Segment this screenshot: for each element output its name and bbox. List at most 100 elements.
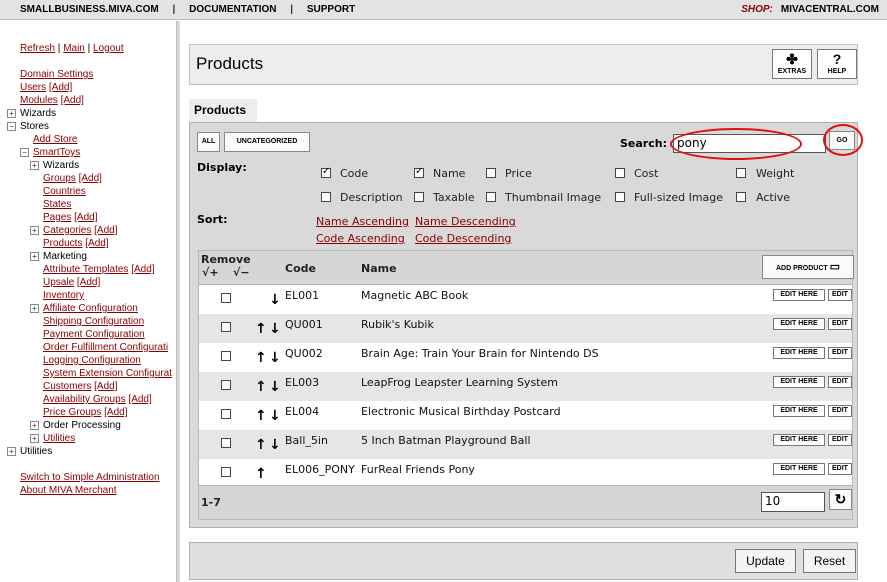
sort-name-descending-link[interactable]: Name Descending	[415, 215, 516, 228]
edit-here-button[interactable]: EDIT HERE	[773, 289, 825, 301]
add-link[interactable]: [Add]	[85, 238, 108, 249]
sidebar-item-states[interactable]: States	[43, 198, 71, 211]
collapse-icon[interactable]: −	[20, 147, 29, 157]
sidebar-item-wizards[interactable]: + Wizards	[7, 107, 56, 120]
edit-here-button[interactable]: EDIT HERE	[773, 463, 825, 475]
sidebar-item-label[interactable]: Upsale	[43, 277, 74, 288]
smallbusiness-link[interactable]: SMALLBUSINESS.MIVA.COM	[20, 4, 159, 15]
sidebar-item-domain-settings[interactable]: Domain Settings	[20, 68, 93, 81]
sidebar-item-label[interactable]: Logging Configuration	[43, 355, 141, 366]
sidebar-item-label[interactable]: Shipping Configuration	[43, 316, 144, 327]
remove-checkbox[interactable]	[221, 467, 231, 477]
sidebar-item-categories[interactable]: + Categories [Add]	[30, 224, 118, 237]
display-cost-checkbox[interactable]	[615, 168, 625, 178]
sidebar-item-label[interactable]: Groups	[43, 173, 76, 184]
sidebar-item-label[interactable]: Switch to Simple Administration	[20, 472, 160, 483]
sidebar-item-order-fulfillment-configuration[interactable]: Order Fulfillment Configurati	[43, 341, 168, 354]
add-link[interactable]: [Add]	[94, 225, 117, 236]
sidebar-item-label[interactable]: Pages	[43, 212, 71, 223]
logout-link[interactable]: Logout	[93, 43, 124, 54]
display-code-checkbox[interactable]	[321, 166, 331, 178]
sidebar-item-customers[interactable]: Customers [Add]	[43, 380, 118, 393]
edit-here-button[interactable]: EDIT HERE	[773, 347, 825, 359]
sidebar-item-add-store[interactable]: Add Store	[33, 133, 77, 146]
remove-checkbox[interactable]	[221, 293, 231, 303]
edit-button[interactable]: EDIT	[828, 376, 852, 388]
remove-checkbox[interactable]	[221, 438, 231, 448]
move-down-icon[interactable]: ↓	[269, 293, 281, 307]
move-up-icon[interactable]: ↑	[255, 467, 267, 481]
add-link[interactable]: [Add]	[61, 95, 84, 106]
documentation-link[interactable]: DOCUMENTATION	[189, 4, 276, 15]
edit-button[interactable]: EDIT	[828, 405, 852, 417]
remove-checkbox[interactable]	[221, 351, 231, 361]
sort-code-ascending-link[interactable]: Code Ascending	[316, 232, 405, 245]
sidebar-item-label[interactable]: Customers	[43, 381, 91, 392]
move-up-icon[interactable]: ↑	[255, 409, 267, 423]
move-down-icon[interactable]: ↓	[269, 380, 281, 394]
sidebar-item-label[interactable]: Modules	[20, 95, 58, 106]
display-thumbnail-checkbox[interactable]	[486, 192, 496, 202]
move-down-icon[interactable]: ↓	[269, 409, 281, 423]
sidebar-divider[interactable]	[176, 21, 180, 582]
sidebar-item-payment-configuration[interactable]: Payment Configuration	[43, 328, 145, 341]
move-down-icon[interactable]: ↓	[269, 438, 281, 452]
sidebar-item-label[interactable]: Domain Settings	[20, 69, 93, 80]
sidebar-item-users[interactable]: Users [Add]	[20, 81, 72, 94]
sidebar-item-inventory[interactable]: Inventory	[43, 289, 84, 302]
display-description-checkbox[interactable]	[321, 192, 331, 202]
display-taxable-checkbox[interactable]	[414, 192, 424, 202]
add-link[interactable]: [Add]	[104, 407, 127, 418]
tab-products[interactable]: Products	[189, 99, 257, 122]
sidebar-item-products[interactable]: Products [Add]	[43, 237, 109, 250]
sidebar-item-smarttoys[interactable]: − SmartToys	[20, 146, 80, 159]
expand-icon[interactable]: +	[7, 446, 16, 456]
sidebar-item-price-groups[interactable]: Price Groups [Add]	[43, 406, 128, 419]
sort-code-descending-link[interactable]: Code Descending	[415, 232, 511, 245]
edit-here-button[interactable]: EDIT HERE	[773, 405, 825, 417]
sidebar-item-label[interactable]: Payment Configuration	[43, 329, 145, 340]
add-link[interactable]: [Add]	[94, 381, 117, 392]
sidebar-item-groups[interactable]: Groups [Add]	[43, 172, 102, 185]
display-fullsize-checkbox[interactable]	[615, 192, 625, 202]
remove-checkbox[interactable]	[221, 409, 231, 419]
move-up-icon[interactable]: ↑	[255, 322, 267, 336]
sidebar-item-upsale[interactable]: Upsale [Add]	[43, 276, 100, 289]
move-up-icon[interactable]: ↑	[255, 380, 267, 394]
sidebar-item-attribute-templates[interactable]: Attribute Templates [Add]	[43, 263, 155, 276]
all-button[interactable]: ALL	[197, 132, 220, 152]
extras-button[interactable]: ✤ EXTRAS	[772, 49, 812, 79]
sidebar-item-store-wizards[interactable]: + Wizards	[30, 159, 79, 172]
sidebar-item-availability-groups[interactable]: Availability Groups [Add]	[43, 393, 152, 406]
sidebar-item-label[interactable]: Categories	[43, 225, 91, 236]
sidebar-item-order-processing[interactable]: + Order Processing	[30, 419, 121, 432]
add-link[interactable]: [Add]	[131, 264, 154, 275]
add-product-button[interactable]: ADD PRODUCT ▭	[762, 255, 854, 279]
sidebar-item-pages[interactable]: Pages [Add]	[43, 211, 98, 224]
move-up-icon[interactable]: ↑	[255, 438, 267, 452]
sidebar-item-label[interactable]: Availability Groups	[43, 394, 126, 405]
reset-button[interactable]: Reset	[803, 549, 856, 573]
sidebar-item-label[interactable]: Products	[43, 238, 82, 249]
expand-icon[interactable]: +	[30, 251, 39, 261]
sidebar-item-label[interactable]: Countries	[43, 186, 86, 197]
sidebar-item-label[interactable]: Attribute Templates	[43, 264, 128, 275]
display-price-checkbox[interactable]	[486, 168, 496, 178]
shop-name-link[interactable]: MIVACENTRAL.COM	[781, 4, 879, 15]
remove-checkbox[interactable]	[221, 380, 231, 390]
sidebar-item-store-utilities[interactable]: + Utilities	[30, 432, 75, 445]
sidebar-item-modules[interactable]: Modules [Add]	[20, 94, 84, 107]
edit-button[interactable]: EDIT	[828, 434, 852, 446]
refresh-link[interactable]: Refresh	[20, 43, 55, 54]
sidebar-item-logging-configuration[interactable]: Logging Configuration	[43, 354, 141, 367]
sidebar-item-label[interactable]: About MIVA Merchant	[20, 485, 117, 496]
edit-here-button[interactable]: EDIT HERE	[773, 434, 825, 446]
per-page-input[interactable]: 10	[761, 492, 825, 512]
sidebar-item-label[interactable]: System Extension Configurat	[43, 368, 172, 379]
collapse-icon[interactable]: −	[7, 121, 16, 131]
remove-checkbox[interactable]	[221, 322, 231, 332]
edit-here-button[interactable]: EDIT HERE	[773, 318, 825, 330]
move-down-icon[interactable]: ↓	[269, 351, 281, 365]
sort-name-ascending-link[interactable]: Name Ascending	[316, 215, 409, 228]
edit-button[interactable]: EDIT	[828, 463, 852, 475]
